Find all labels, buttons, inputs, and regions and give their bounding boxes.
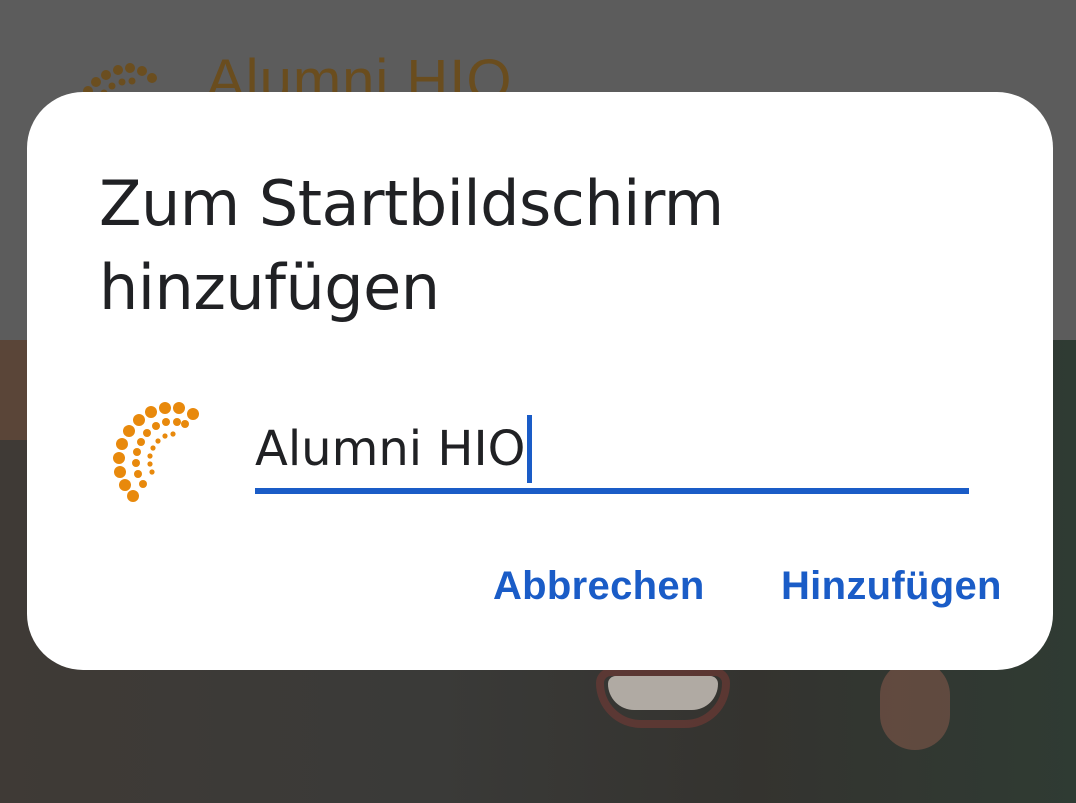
dialog-title: Zum Startbildschirm hinzufügen [99, 167, 724, 324]
hero-image-detail [608, 676, 718, 710]
screen: Alumni HIO Zum Startbildschirm hinzufüge… [0, 0, 1076, 803]
alumni-hio-logo-icon [113, 402, 199, 502]
add-button[interactable]: Hinzufügen [781, 564, 1002, 609]
text-cursor [527, 415, 533, 483]
cancel-button[interactable]: Abbrechen [493, 564, 705, 609]
shortcut-name-value: Alumni HIO [255, 421, 526, 477]
add-to-home-screen-dialog: Zum Startbildschirm hinzufügen Alumni HI… [27, 92, 1053, 670]
shortcut-name-input[interactable]: Alumni HIO [255, 410, 969, 494]
hero-image-detail [880, 660, 950, 750]
